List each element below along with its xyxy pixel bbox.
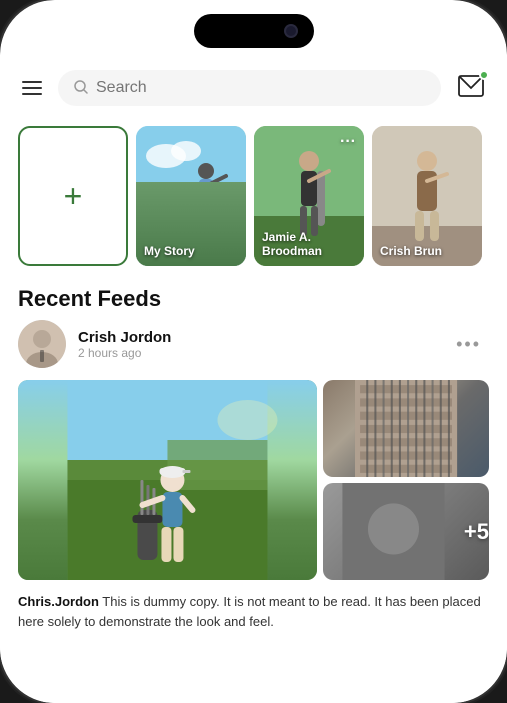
screen-content: + xyxy=(0,58,507,703)
feed-user-name: Crish Jordon xyxy=(78,329,171,346)
recent-feeds-title: Recent Feeds xyxy=(0,274,507,320)
mail-badge xyxy=(479,70,489,80)
feed-more-button[interactable]: ••• xyxy=(448,330,489,359)
feed-header: Crish Jordon 2 hours ago ••• xyxy=(18,320,489,368)
story-card-my-story[interactable]: My Story xyxy=(136,126,246,266)
search-icon xyxy=(74,80,88,97)
story-card-crish[interactable]: Crish Brun xyxy=(372,126,482,266)
avatar xyxy=(18,320,66,368)
caption-username: Chris.Jordon xyxy=(18,594,99,609)
feed-images: +5 xyxy=(18,380,489,580)
feed-main-image xyxy=(18,380,317,580)
header xyxy=(0,58,507,118)
plus-icon: + xyxy=(64,180,83,212)
search-bar[interactable] xyxy=(58,70,441,106)
feed-caption: Chris.Jordon This is dummy copy. It is n… xyxy=(18,592,489,631)
feed-main-scene xyxy=(18,380,317,580)
section-title: Recent Feeds xyxy=(0,274,507,320)
story-label-crish: Crish Brun xyxy=(380,244,474,258)
feed-user: Crish Jordon 2 hours ago xyxy=(18,320,171,368)
search-input[interactable] xyxy=(96,79,425,97)
menu-button[interactable] xyxy=(18,77,46,99)
story-label-my-story: My Story xyxy=(144,244,238,258)
feed-side-image-1 xyxy=(323,380,489,477)
dynamic-island xyxy=(194,14,314,48)
story-more-button-jamie[interactable]: ··· xyxy=(340,134,356,150)
story-card-jamie[interactable]: ··· Jamie A. Broodman xyxy=(254,126,364,266)
feed-user-time: 2 hours ago xyxy=(78,346,171,360)
story-label-jamie: Jamie A. Broodman xyxy=(262,230,356,258)
mail-button[interactable] xyxy=(453,70,489,106)
stories-row: + xyxy=(0,118,507,274)
feed-side-images: +5 xyxy=(323,380,489,580)
extra-count: +5 xyxy=(464,519,489,545)
phone-frame: + xyxy=(0,0,507,703)
feed-user-info: Crish Jordon 2 hours ago xyxy=(78,329,171,360)
phone-screen: + xyxy=(0,0,507,703)
add-story-button[interactable]: + xyxy=(18,126,128,266)
feed-side-image-2: +5 xyxy=(323,483,489,580)
feed-card-1: Crish Jordon 2 hours ago ••• xyxy=(0,320,507,631)
